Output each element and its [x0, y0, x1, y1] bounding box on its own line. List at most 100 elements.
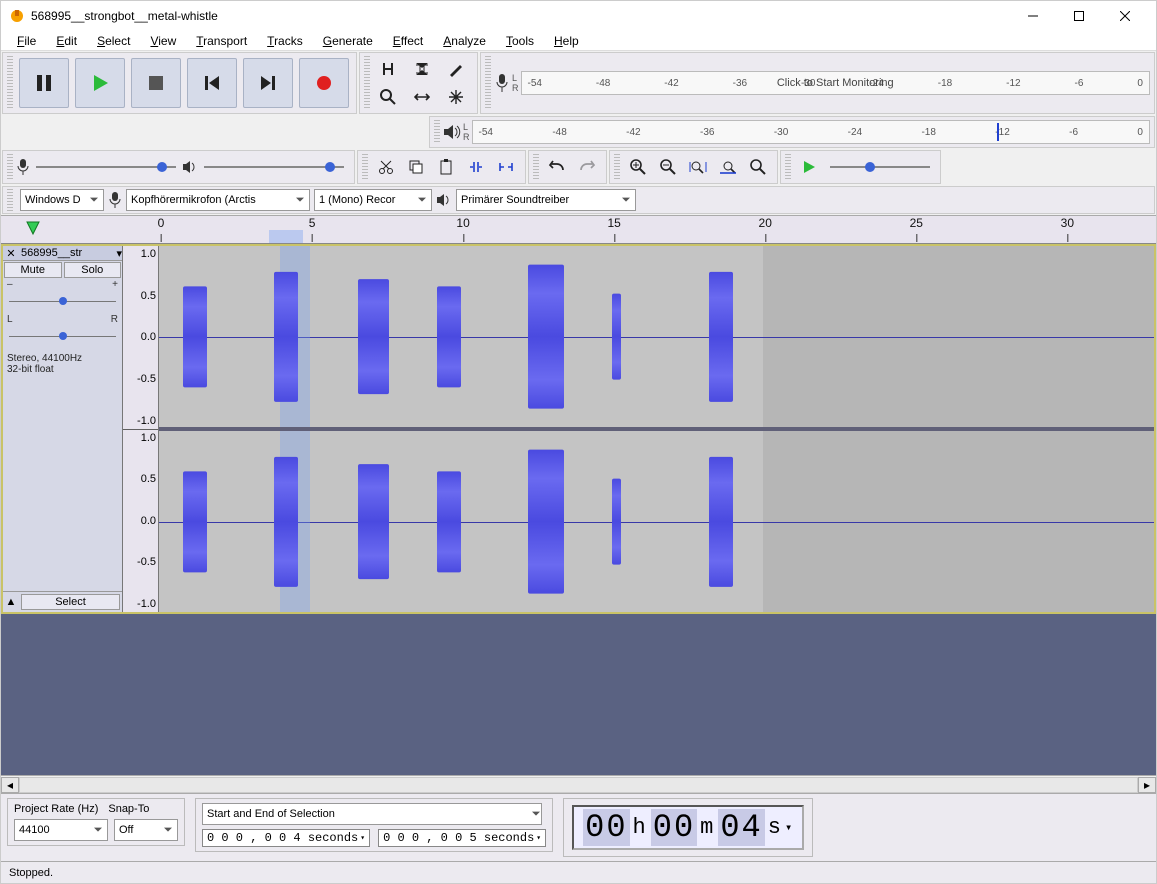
zoom-tool-icon[interactable] — [373, 84, 403, 110]
selection-start-field[interactable]: 0 0 0 , 0 0 4 seconds▾ — [202, 829, 370, 847]
trim-icon[interactable] — [461, 154, 491, 180]
gain-plus-label: + — [112, 279, 118, 290]
timeline-selection-indicator — [269, 230, 303, 243]
selection-mode-select[interactable] — [202, 803, 542, 825]
device-toolbar — [2, 186, 1155, 214]
horizontal-scrollbar[interactable]: ◂ ▸ — [1, 775, 1156, 793]
playback-volume-slider[interactable] — [204, 160, 344, 174]
time-position-display[interactable]: 00h 00m 04s ▾ — [572, 805, 804, 850]
playback-speed-slider[interactable] — [830, 160, 930, 174]
scroll-left-button[interactable]: ◂ — [1, 777, 19, 793]
fit-project-icon[interactable] — [713, 154, 743, 180]
timeshift-tool-icon[interactable] — [407, 84, 437, 110]
menu-help[interactable]: Help — [544, 32, 589, 50]
copy-icon[interactable] — [401, 154, 431, 180]
menu-file[interactable]: File — [7, 32, 46, 50]
draw-tool-icon[interactable] — [441, 56, 471, 82]
recording-meter-toolbar: LR -54-48-42-36-30-24-18-12-60 Click to … — [480, 52, 1155, 114]
project-rate-label: Project Rate (Hz) — [14, 803, 98, 815]
menu-effect[interactable]: Effect — [383, 32, 433, 50]
selection-toolbar: Project Rate (Hz) Snap-To 0 0 0 , 0 0 4 … — [1, 793, 1156, 861]
microphone-icon[interactable] — [494, 73, 510, 93]
paste-icon[interactable] — [431, 154, 461, 180]
track-close-button[interactable]: ✕ — [3, 247, 19, 260]
solo-button[interactable]: Solo — [64, 262, 122, 278]
track-collapse-button[interactable]: ▲ — [3, 596, 19, 608]
pause-button[interactable] — [19, 58, 69, 108]
pan-left-label: L — [7, 314, 13, 325]
mute-button[interactable]: Mute — [4, 262, 62, 278]
meter-channel-labels: LR — [510, 73, 521, 93]
menu-transport[interactable]: Transport — [186, 32, 257, 50]
toolbar-grip[interactable] — [362, 154, 368, 180]
menu-generate[interactable]: Generate — [313, 32, 383, 50]
tracks-empty-area[interactable] — [1, 614, 1156, 775]
menu-edit[interactable]: Edit — [46, 32, 87, 50]
track-gain-slider[interactable] — [9, 294, 116, 310]
envelope-tool-icon[interactable] — [407, 56, 437, 82]
waveform-channel-right[interactable] — [159, 431, 1154, 612]
track-name[interactable]: 568995__str — [19, 246, 116, 260]
zoom-toggle-icon[interactable] — [743, 154, 773, 180]
microphone-icon — [108, 191, 122, 209]
menu-select[interactable]: Select — [87, 32, 140, 50]
play-button[interactable] — [75, 58, 125, 108]
speaker-icon — [436, 193, 452, 207]
stop-button[interactable] — [131, 58, 181, 108]
meter-monitor-label: Click to Start Monitoring — [777, 77, 894, 89]
window-maximize-button[interactable] — [1056, 1, 1102, 31]
recording-volume-slider[interactable] — [36, 160, 176, 174]
playback-meter[interactable]: -54-48-42-36-30-24-18-12-60 — [472, 120, 1151, 144]
track-control-panel: ✕ 568995__str ▾ Mute Solo –+ LR Stereo, … — [3, 246, 123, 612]
waveform-channel-left[interactable] — [159, 246, 1154, 431]
speaker-icon[interactable] — [443, 124, 461, 140]
menu-tools[interactable]: Tools — [496, 32, 544, 50]
undo-redo-toolbar — [528, 150, 607, 184]
status-bar: Stopped. — [1, 861, 1156, 883]
menu-bar: FileEditSelectViewTransportTracksGenerat… — [1, 31, 1156, 51]
multi-tool-icon[interactable] — [441, 84, 471, 110]
window-minimize-button[interactable] — [1010, 1, 1056, 31]
audio-host-select[interactable] — [20, 189, 104, 211]
window-titlebar: 568995__strongbot__metal-whistle — [1, 1, 1156, 31]
toolbar-grip[interactable] — [434, 120, 440, 144]
menu-view[interactable]: View — [140, 32, 186, 50]
playback-device-select[interactable] — [456, 189, 636, 211]
silence-icon[interactable] — [491, 154, 521, 180]
fit-selection-icon[interactable] — [683, 154, 713, 180]
record-button[interactable] — [299, 58, 349, 108]
track-pan-slider[interactable] — [9, 329, 116, 345]
toolbar-grip[interactable] — [614, 154, 620, 180]
recording-channels-select[interactable] — [314, 189, 432, 211]
redo-icon[interactable] — [572, 154, 602, 180]
skip-end-button[interactable] — [243, 58, 293, 108]
play-at-speed-button[interactable] — [794, 154, 824, 180]
microphone-icon — [16, 158, 30, 176]
toolbar-grip[interactable] — [533, 154, 539, 180]
toolbar-grip[interactable] — [7, 154, 13, 180]
track-select-button[interactable]: Select — [21, 594, 120, 610]
recording-device-select[interactable] — [126, 189, 310, 211]
cut-icon[interactable] — [371, 154, 401, 180]
toolbar-grip[interactable] — [485, 56, 491, 110]
snap-to-select[interactable] — [114, 819, 178, 841]
window-title: 568995__strongbot__metal-whistle — [31, 9, 1010, 23]
toolbar-grip[interactable] — [7, 56, 13, 110]
zoom-in-icon[interactable] — [623, 154, 653, 180]
undo-icon[interactable] — [542, 154, 572, 180]
track-menu-dropdown-icon[interactable]: ▾ — [116, 247, 122, 260]
menu-tracks[interactable]: Tracks — [257, 32, 313, 50]
toolbar-grip[interactable] — [364, 56, 370, 110]
recording-meter[interactable]: -54-48-42-36-30-24-18-12-60 Click to Sta… — [521, 71, 1151, 95]
project-rate-select[interactable] — [14, 819, 108, 841]
menu-analyze[interactable]: Analyze — [433, 32, 496, 50]
toolbar-grip[interactable] — [785, 154, 791, 180]
waveform-area[interactable] — [159, 246, 1154, 612]
playhead-pin-icon[interactable] — [25, 220, 41, 236]
timeline-ruler[interactable]: 051015202530 — [1, 216, 1156, 244]
selection-end-field[interactable]: 0 0 0 , 0 0 5 seconds▾ — [378, 829, 546, 847]
skip-start-button[interactable] — [187, 58, 237, 108]
selection-tool-icon[interactable] — [373, 56, 403, 82]
toolbar-grip[interactable] — [7, 189, 13, 211]
zoom-out-icon[interactable] — [653, 154, 683, 180]
